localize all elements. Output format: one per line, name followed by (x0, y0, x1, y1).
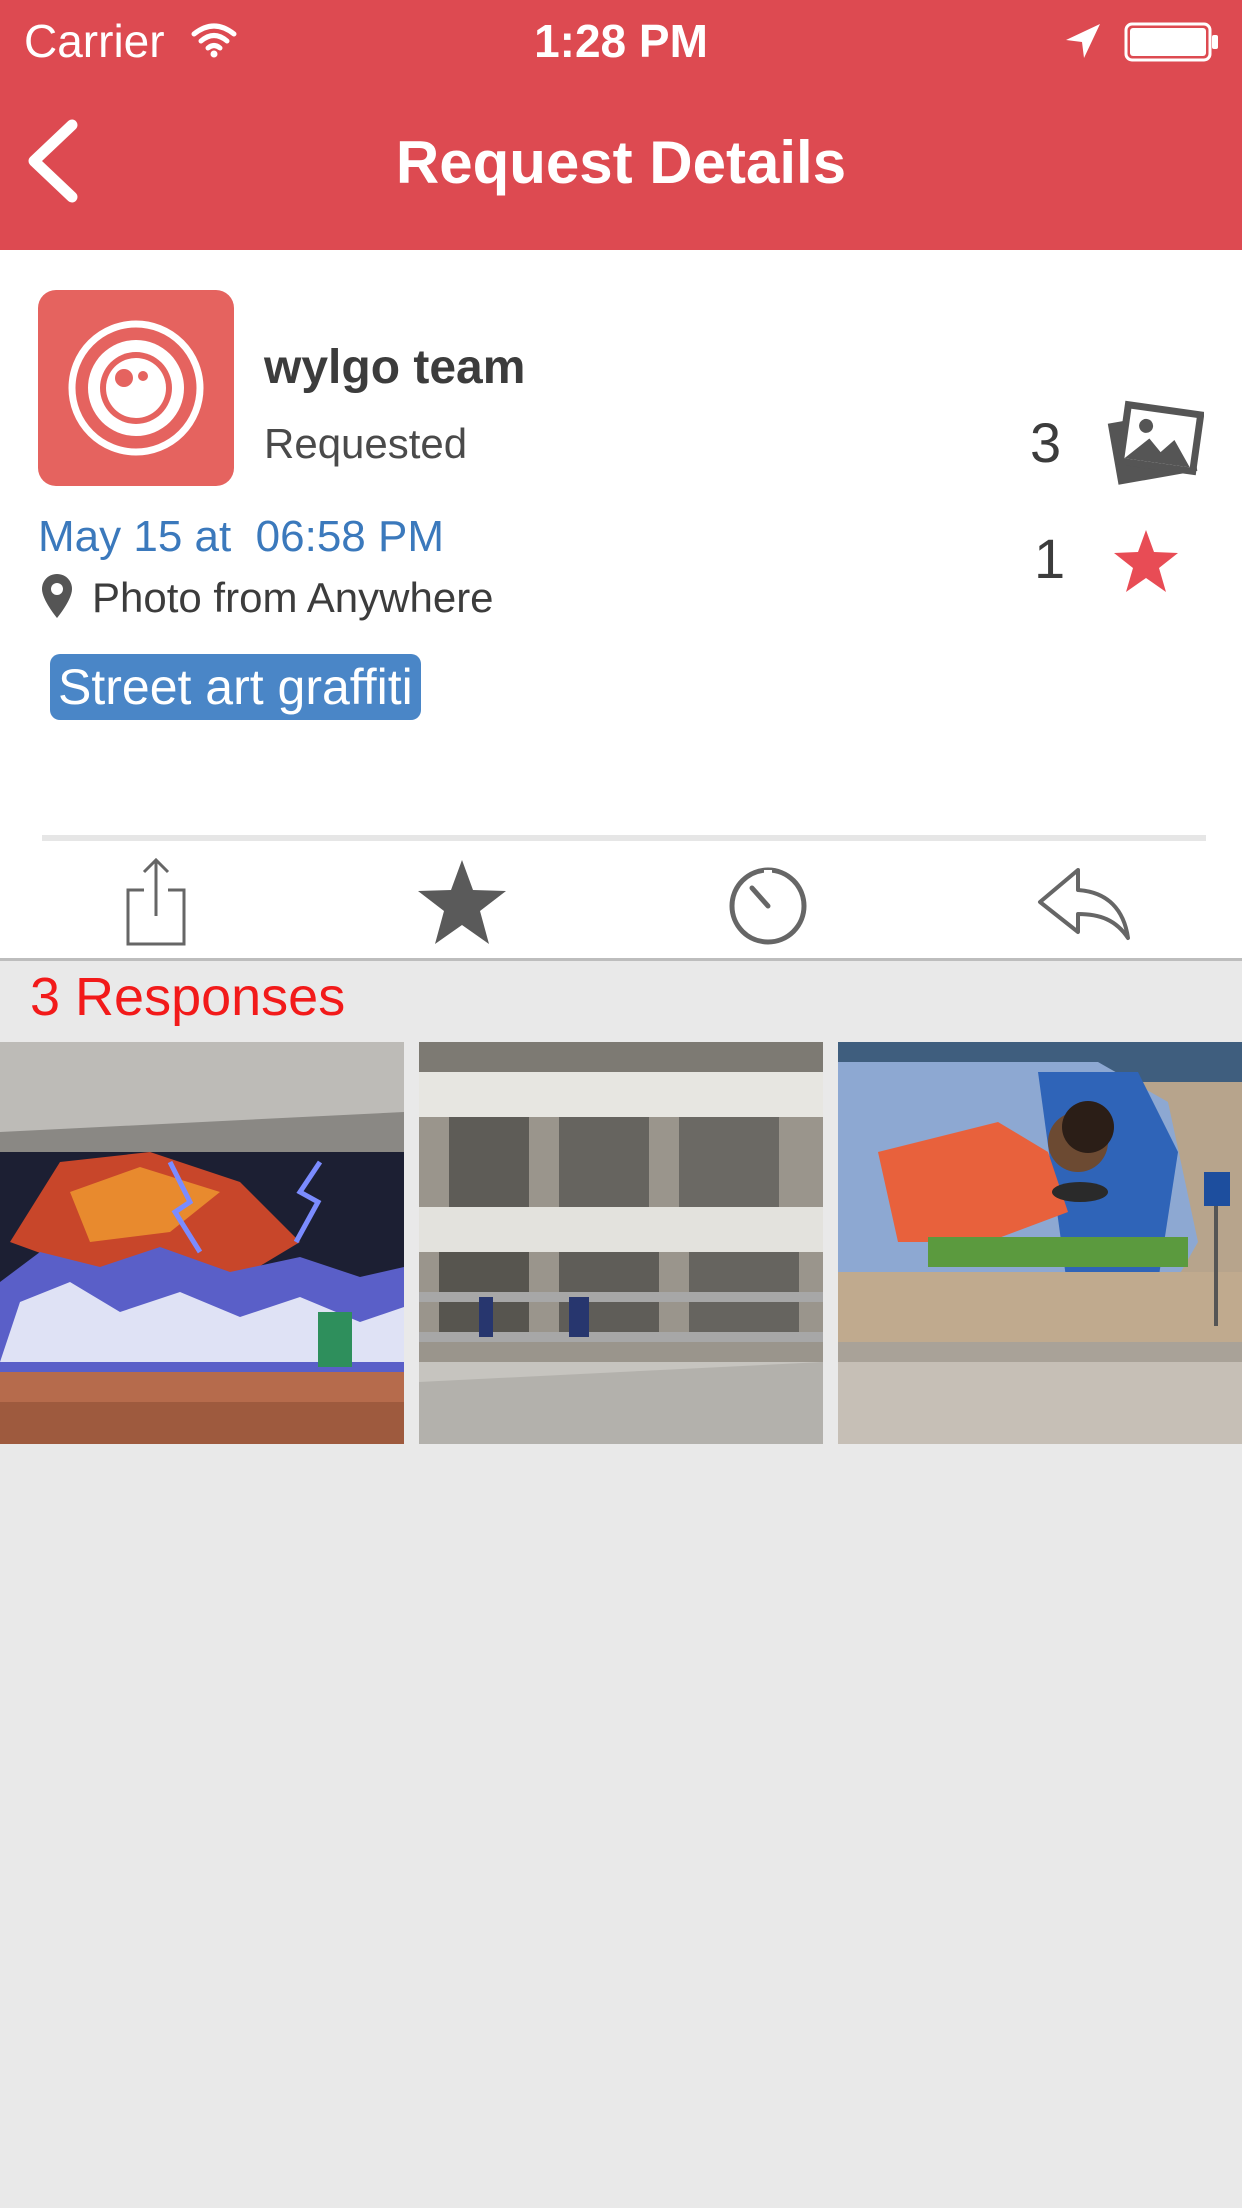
nav-bar: Request Details (0, 84, 1242, 250)
status-time: 1:28 PM (534, 15, 708, 67)
star-icon (418, 860, 506, 944)
map-pin-icon (42, 574, 72, 618)
request-status: Requested (264, 420, 468, 467)
divider (42, 835, 1206, 841)
status-bar: Carrier 1:28 PM (0, 0, 1242, 84)
request-location: Photo from Anywhere (92, 574, 494, 621)
response-photo[interactable] (0, 1042, 404, 1444)
building-graffiti-photo (419, 1042, 823, 1444)
page-title: Request Details (395, 129, 847, 196)
action-bar (0, 842, 1242, 958)
star-count: 1 (1034, 527, 1066, 590)
user-name[interactable]: wylgo team (264, 340, 525, 395)
photo-count: 3 (1030, 411, 1062, 474)
battery-icon (1124, 22, 1218, 62)
reply-button[interactable] (1034, 856, 1134, 948)
star-icon (1114, 530, 1178, 592)
share-button[interactable] (106, 856, 206, 948)
graffiti-phoenix-photo (0, 1042, 404, 1444)
response-photo[interactable] (419, 1042, 823, 1444)
request-tag[interactable]: Street art graffiti (50, 654, 421, 720)
request-date: May 15 at 06:58 PM (38, 512, 444, 561)
timer-button[interactable] (718, 856, 818, 948)
mural-magnifier-photo (838, 1042, 1242, 1444)
location-arrow-icon (1066, 24, 1100, 58)
favorite-button[interactable] (412, 856, 512, 948)
header: Carrier 1:28 PM Request Details (0, 0, 1242, 250)
avatar[interactable] (38, 290, 234, 486)
share-icon (126, 857, 186, 946)
action-bar-border (0, 958, 1242, 961)
wylgo-logo-icon (68, 320, 204, 456)
response-photo[interactable] (838, 1042, 1242, 1444)
timer-icon (729, 867, 807, 945)
reply-icon (1038, 868, 1130, 940)
responses-title: 3 Responses (30, 967, 346, 1027)
photos-icon[interactable] (1104, 398, 1204, 490)
